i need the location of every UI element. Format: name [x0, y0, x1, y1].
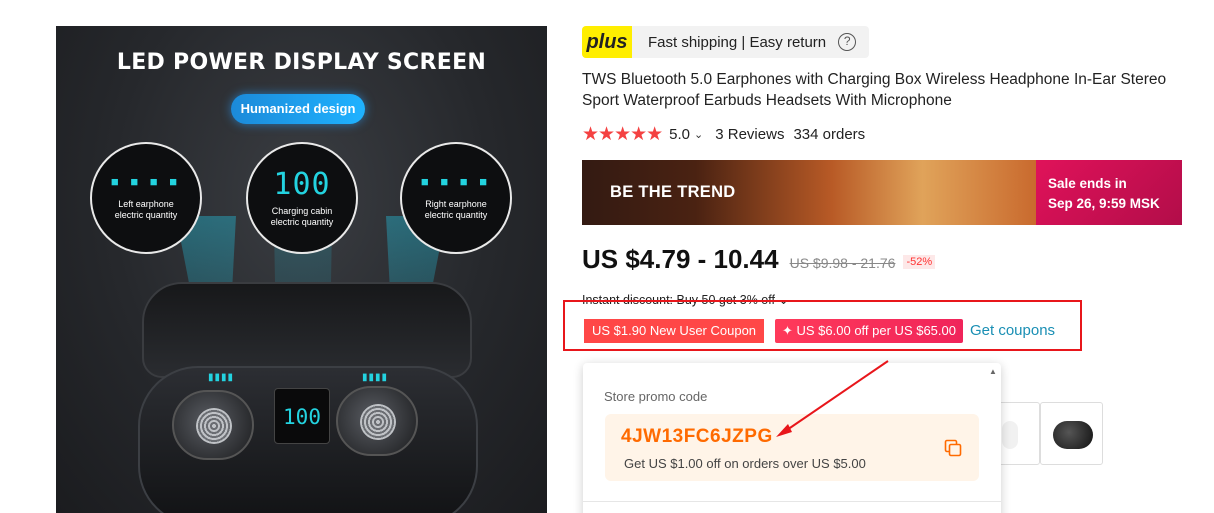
led-digits: 100 — [273, 167, 331, 202]
promo-code-card[interactable]: 4JW13FC6JZPG Get US $1.00 off on orders … — [605, 414, 979, 481]
product-title: TWS Bluetooth 5.0 Earphones with Chargin… — [582, 71, 1167, 109]
promo-code: 4JW13FC6JZPG — [621, 426, 773, 447]
new-user-coupon[interactable]: US $1.90 New User Coupon — [584, 319, 765, 343]
battery-dots-icon: ■ ■ ■ ■ — [110, 173, 182, 189]
indicator-sublabel: electric quantity — [270, 217, 334, 227]
right-earbud — [336, 386, 418, 456]
image-headline: LED POWER DISPLAY SCREEN — [116, 50, 487, 75]
plus-shipping-badge[interactable]: plus Fast shipping | Easy return ? — [582, 26, 869, 58]
sale-label: Sale ends in — [1048, 176, 1127, 191]
indicator-label: Charging cabin — [271, 206, 333, 216]
rating-row: ★★★★★ 5.0 ⌄ 3 Reviews 334 orders — [582, 123, 865, 146]
plus-logo: plus — [582, 26, 632, 58]
scroll-up-icon[interactable]: ▲ — [989, 367, 999, 376]
banner-text: BE THE TREND — [582, 160, 1036, 225]
indicator-sublabel: electric quantity — [424, 209, 488, 220]
case-dots-right: ▮▮▮▮ — [362, 372, 389, 383]
discount-badge: -52% — [903, 255, 936, 269]
sale-banner[interactable]: BE THE TREND Sale ends in Sep 26, 9:59 M… — [582, 160, 1182, 225]
indicator-label: Left earphone — [118, 198, 174, 209]
store-coupon[interactable]: ✦ US $6.00 off per US $65.00 — [775, 319, 963, 343]
white-earbud-thumb — [1002, 421, 1018, 449]
image-pill: Humanized design — [231, 94, 365, 124]
copy-icon[interactable] — [944, 439, 962, 457]
variant-thumbnail[interactable] — [1040, 402, 1103, 465]
original-price: US $9.98 - 21.76 — [789, 255, 896, 271]
promo-label: Store promo code — [604, 389, 708, 404]
indicator-label: Right earphone — [425, 198, 487, 209]
popup-divider — [583, 501, 1001, 502]
star-rating-icon: ★★★★★ — [582, 124, 663, 145]
right-earphone-indicator: ■ ■ ■ ■ Right earphone electric quantity — [400, 142, 512, 254]
case-led-screen: 100 — [274, 388, 330, 444]
orders-count: 334 orders — [793, 126, 866, 143]
charging-cabin-indicator: 100 Charging cabin electric quantity — [246, 142, 358, 254]
current-price: US $4.79 - 10.44 — [582, 244, 779, 274]
rating-value[interactable]: 5.0 — [669, 126, 690, 143]
left-earbud — [172, 390, 254, 460]
shipping-text: Fast shipping | Easy return — [648, 33, 827, 51]
indicator-sublabel: electric quantity — [114, 209, 178, 220]
black-earbud-thumb — [1053, 421, 1093, 449]
charging-case-lid — [142, 282, 472, 378]
help-icon[interactable]: ? — [838, 33, 857, 51]
battery-dots-icon: ■ ■ ■ ■ — [420, 173, 492, 189]
sale-countdown: Sale ends in Sep 26, 9:59 MSK — [1036, 160, 1182, 225]
promo-description: Get US $1.00 off on orders over US $5.00 — [624, 456, 866, 471]
price-row: US $4.79 - 10.44 US $9.98 - 21.76 -52% — [582, 244, 936, 275]
chevron-down-icon[interactable]: ⌄ — [694, 128, 703, 141]
product-main-image[interactable]: LED POWER DISPLAY SCREEN Humanized desig… — [56, 26, 547, 513]
product-page: LED POWER DISPLAY SCREEN Humanized desig… — [0, 0, 1214, 513]
reviews-link[interactable]: 3 Reviews — [715, 126, 784, 143]
left-earphone-indicator: ■ ■ ■ ■ Left earphone electric quantity — [90, 142, 202, 254]
sale-end-date: Sep 26, 9:59 MSK — [1048, 196, 1160, 211]
case-dots-left: ▮▮▮▮ — [208, 372, 235, 383]
store-promo-popup: ▲ Store promo code 4JW13FC6JZPG Get US $… — [583, 363, 1001, 513]
get-coupons-link[interactable]: Get coupons — [970, 322, 1055, 339]
